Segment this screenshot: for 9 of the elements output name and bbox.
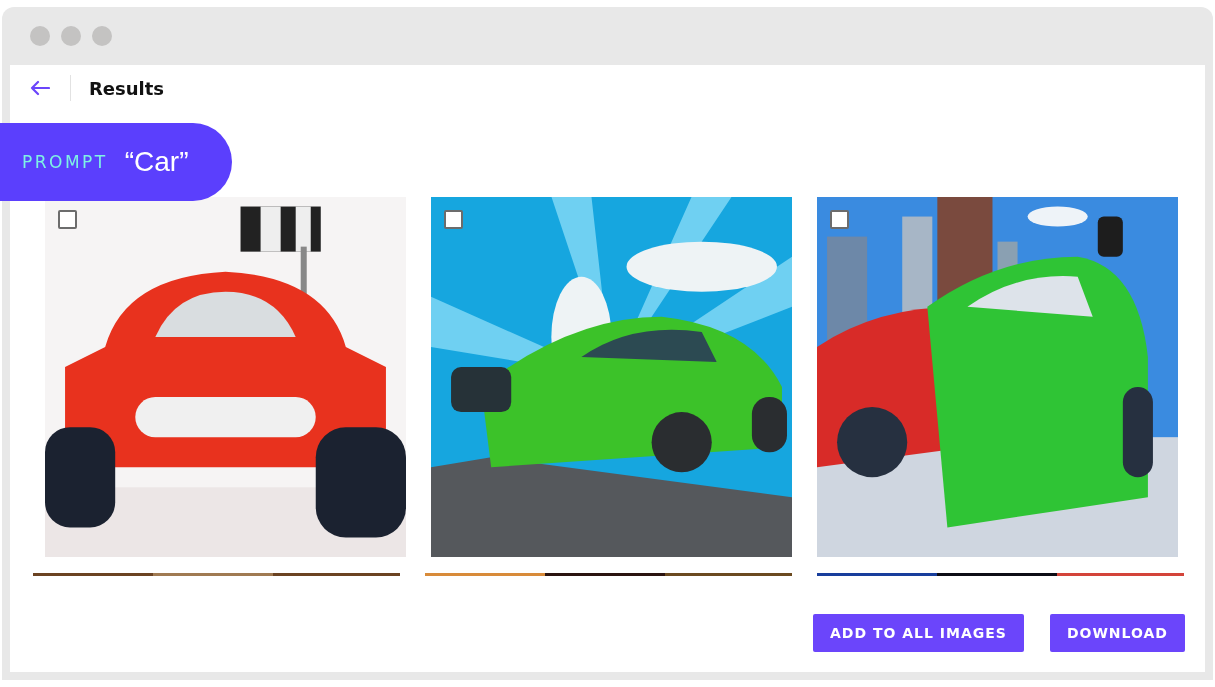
prompt-text: “Car”	[124, 146, 189, 178]
add-to-all-images-button[interactable]: ADD TO ALL IMAGES	[812, 614, 1024, 652]
checkbox[interactable]	[444, 210, 463, 229]
page-title: Results	[89, 77, 165, 99]
download-button[interactable]: DOWNLOAD	[1049, 614, 1185, 652]
prompt-label: PROMPT	[22, 152, 108, 172]
back-arrow-icon[interactable]	[30, 80, 50, 96]
checkbox[interactable]	[58, 210, 77, 229]
checkbox[interactable]	[830, 210, 849, 229]
